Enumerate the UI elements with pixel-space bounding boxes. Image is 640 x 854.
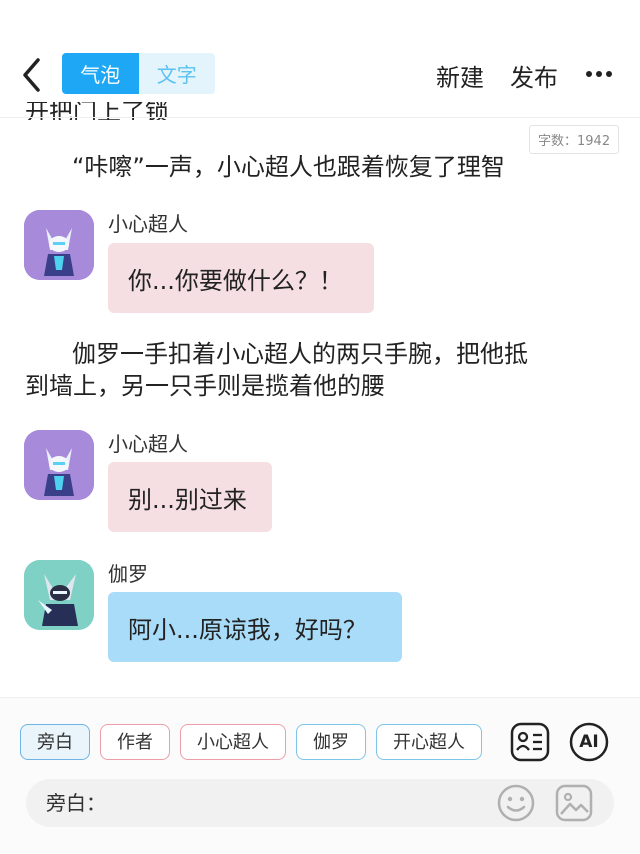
narration-text: 伽罗一手扣着小心超人的两只手腕，把他抵 — [72, 340, 528, 368]
role-chip-xiaoxin[interactable]: 小心超人 — [180, 724, 286, 760]
sender-name: 小心超人 — [108, 432, 188, 456]
ai-label: AI — [579, 732, 599, 752]
narration-input-box: 旁白： — [26, 779, 614, 827]
tab-bubble[interactable]: 气泡 — [62, 53, 139, 94]
mode-switch: 气泡 文字 — [62, 53, 215, 94]
emoji-icon[interactable] — [494, 781, 538, 825]
header-divider — [0, 117, 640, 118]
role-chip-narrator[interactable]: 旁白 — [20, 724, 90, 760]
role-chip-list: 旁白 作者 小心超人 伽罗 开心超人 — [20, 724, 490, 764]
narration-text-cont: 到墙上，另一只手则是揽着他的腰 — [25, 372, 385, 400]
message-bubble[interactable]: 别...别过来 — [108, 462, 272, 532]
back-icon[interactable] — [18, 55, 48, 95]
word-count-badge: 字数：1942 — [529, 125, 620, 154]
ai-assistant-button[interactable]: AI — [569, 722, 609, 762]
tab-text[interactable]: 文字 — [138, 53, 215, 94]
publish-button[interactable]: 发布 — [510, 58, 558, 93]
more-icon[interactable] — [585, 60, 613, 88]
message-bubble[interactable]: 你...你要做什么？！ — [108, 243, 374, 313]
new-button[interactable]: 新建 — [436, 58, 484, 93]
role-chip-jialuo[interactable]: 伽罗 — [296, 724, 366, 760]
image-icon[interactable] — [552, 781, 596, 825]
message-input[interactable] — [106, 785, 490, 821]
message-bubble[interactable]: 阿小...原谅我，好吗？ — [108, 592, 402, 662]
input-role-label: 旁白： — [46, 791, 106, 815]
sender-name: 伽罗 — [108, 562, 148, 586]
role-chip-author[interactable]: 作者 — [100, 724, 170, 760]
top-bar: 气泡 文字 新建 发布 — [0, 40, 640, 110]
sender-name: 小心超人 — [108, 212, 188, 236]
avatar-xiaoxin[interactable] — [24, 430, 94, 500]
compose-panel: 旁白 作者 小心超人 伽罗 开心超人 AI 旁白： — [0, 697, 640, 854]
avatar-xiaoxin[interactable] — [24, 210, 94, 280]
narration-text: “咔嚓”一声，小心超人也跟着恢复了理智 — [72, 153, 505, 181]
avatar-jialuo[interactable] — [24, 560, 94, 630]
role-chip-kaixin[interactable]: 开心超人 — [376, 724, 482, 760]
character-manage-icon[interactable] — [510, 722, 550, 762]
